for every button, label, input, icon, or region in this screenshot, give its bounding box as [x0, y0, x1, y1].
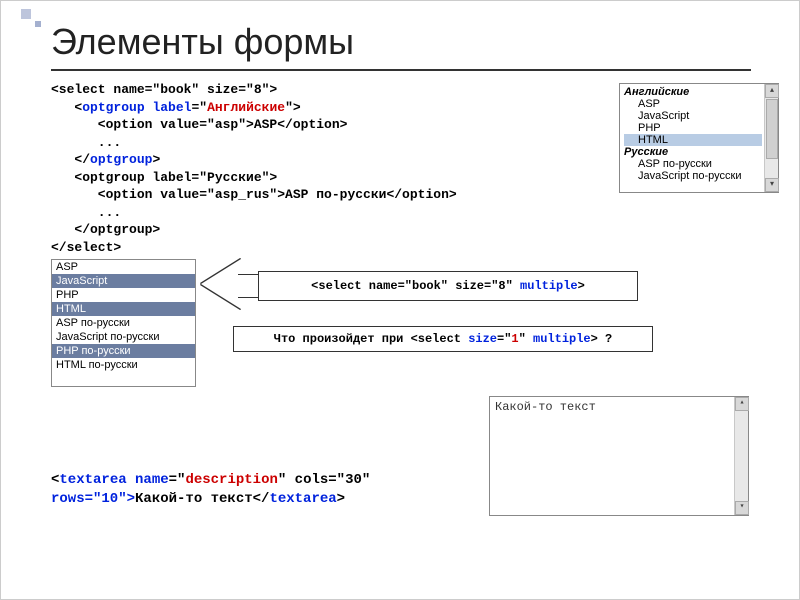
- scroll-down-icon[interactable]: ▾: [735, 501, 749, 515]
- list-item[interactable]: JavaScript: [624, 110, 762, 122]
- decor-squares: [21, 9, 41, 27]
- arrow-stem: [238, 274, 260, 298]
- arrow-left-icon: [201, 259, 241, 309]
- list-item[interactable]: ASP по-русски: [52, 316, 195, 330]
- scrollbar[interactable]: ▴ ▾: [734, 397, 748, 515]
- title-underline: [51, 69, 751, 71]
- list-item[interactable]: HTML по-русски: [52, 358, 195, 372]
- list-item[interactable]: ASP: [52, 260, 195, 274]
- list-item[interactable]: PHP: [52, 288, 195, 302]
- list-item[interactable]: JavaScript по-русски: [52, 330, 195, 344]
- scroll-thumb[interactable]: [766, 99, 778, 159]
- page-title: Элементы формы: [51, 21, 354, 63]
- code-select-multiple: <select name="book" size="8" multiple>: [258, 271, 638, 301]
- textarea-render[interactable]: Какой-то текст ▴ ▾: [489, 396, 749, 516]
- list-item[interactable]: HTML: [624, 134, 762, 146]
- list-item[interactable]: HTML: [52, 302, 195, 316]
- code-select-optgroup: <select name="book" size="8"> <optgroup …: [51, 81, 457, 256]
- list-item[interactable]: ASP по-русски: [624, 158, 762, 170]
- select-multiple-render[interactable]: ASPJavaScriptPHPHTMLASP по-русскиJavaScr…: [51, 259, 196, 387]
- list-item[interactable]: JavaScript: [52, 274, 195, 288]
- scroll-up-icon[interactable]: ▴: [765, 84, 779, 98]
- code-textarea: <textarea name="description" cols="30" r…: [51, 471, 370, 509]
- scroll-up-icon[interactable]: ▴: [735, 397, 749, 411]
- select-optgroup-render[interactable]: Английские ASP JavaScript PHP HTML Русск…: [619, 83, 779, 193]
- scrollbar[interactable]: ▴ ▾: [764, 84, 778, 192]
- textarea-text: Какой-то текст: [495, 400, 596, 414]
- list-item[interactable]: PHP: [624, 122, 762, 134]
- list-item[interactable]: JavaScript по-русски: [624, 170, 762, 182]
- scroll-down-icon[interactable]: ▾: [765, 178, 779, 192]
- optgroup-label: Русские: [624, 146, 762, 158]
- list-item[interactable]: PHP по-русски: [52, 344, 195, 358]
- list-item[interactable]: ASP: [624, 98, 762, 110]
- optgroup-label: Английские: [624, 86, 762, 98]
- question-box: Что произойдет при <select size="1" mult…: [233, 326, 653, 352]
